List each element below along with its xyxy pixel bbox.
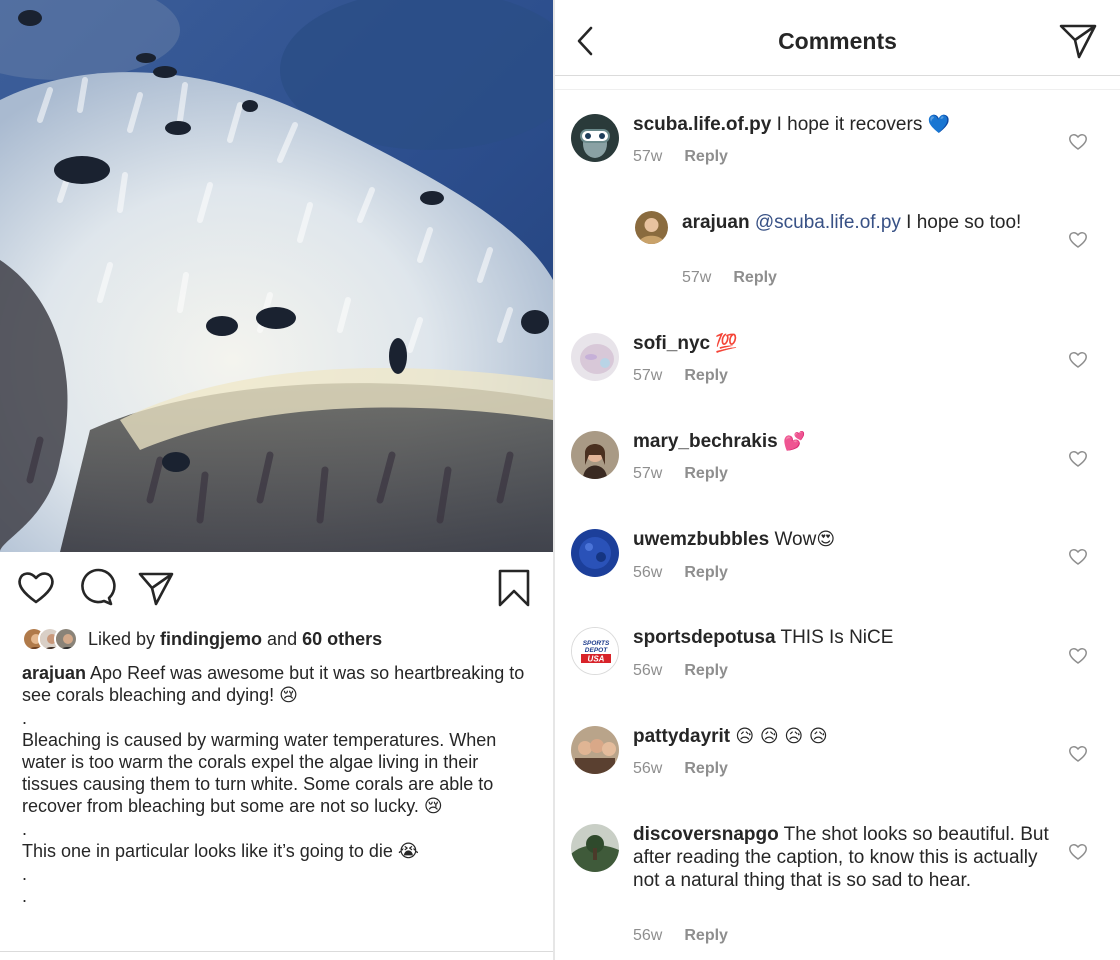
- comment-timestamp: 56w: [633, 760, 663, 777]
- reply-button[interactable]: Reply: [733, 269, 777, 286]
- comment-username[interactable]: pattydayrit: [633, 726, 730, 747]
- avatar[interactable]: [571, 114, 619, 162]
- avatar[interactable]: [571, 333, 619, 381]
- blue-heart-emoji: 💙: [927, 114, 951, 135]
- heart-icon[interactable]: [16, 568, 56, 608]
- sobbing-face-emoji: 😭: [397, 841, 419, 862]
- comment-username[interactable]: sportsdepotusa: [633, 627, 776, 648]
- direct-icon[interactable]: [1058, 20, 1098, 60]
- avatar[interactable]: SPORTS DEPOT USA: [571, 627, 619, 675]
- heart-icon[interactable]: [1068, 350, 1088, 370]
- likes-others-link[interactable]: 60 others: [302, 629, 382, 649]
- comment-timestamp: 57w: [633, 148, 663, 165]
- comment-timestamp: 57w: [633, 367, 663, 384]
- page-title: Comments: [778, 28, 897, 54]
- comment-timestamp: 56w: [633, 927, 663, 944]
- reply-button[interactable]: Reply: [684, 662, 728, 679]
- comment-username[interactable]: uwemzbubbles: [633, 529, 769, 550]
- avatar[interactable]: [635, 211, 668, 244]
- comment-username[interactable]: scuba.life.of.py: [633, 114, 771, 135]
- reply-button[interactable]: Reply: [684, 367, 728, 384]
- divider: [0, 951, 553, 952]
- logo-text-usa: USA: [588, 655, 605, 664]
- reply-button[interactable]: Reply: [684, 465, 728, 482]
- logo-text-depot: DEPOT: [585, 647, 608, 654]
- avatar[interactable]: [571, 431, 619, 479]
- liker-avatar: [54, 627, 78, 651]
- sad-face-emoji: 😥 😥 😥 😥: [735, 726, 828, 747]
- reply-button[interactable]: Reply: [684, 564, 728, 581]
- heart-icon[interactable]: [1068, 449, 1088, 469]
- comments-panel: Comments scuba.life.of.py I hope it reco…: [555, 0, 1120, 960]
- reply-button[interactable]: Reply: [684, 148, 728, 165]
- heart-icon[interactable]: [1068, 547, 1088, 567]
- heart-icon[interactable]: [1068, 646, 1088, 666]
- comment-timestamp: 57w: [682, 269, 712, 286]
- crying-face-emoji: 😢: [423, 796, 443, 817]
- reply-button[interactable]: Reply: [684, 927, 728, 944]
- hundred-points-emoji: 💯: [715, 333, 738, 354]
- heart-icon[interactable]: [1068, 132, 1088, 152]
- comment-timestamp: 56w: [633, 564, 663, 581]
- comments-header: Comments: [555, 0, 1120, 76]
- comment-username[interactable]: sofi_nyc: [633, 333, 710, 354]
- post-action-bar: [0, 560, 553, 616]
- post-photo[interactable]: [0, 0, 553, 552]
- post-caption: arajuan Apo Reef was awesome but it was …: [22, 663, 525, 906]
- comment-icon[interactable]: [76, 568, 116, 608]
- liker-username[interactable]: findingjemo: [160, 629, 262, 649]
- comment-username[interactable]: arajuan: [682, 212, 750, 233]
- avatar[interactable]: [571, 726, 619, 774]
- heart-eyes-emoji: 😍: [816, 529, 836, 550]
- comment-username[interactable]: mary_bechrakis: [633, 431, 778, 452]
- post-panel: Liked by findingjemo and 60 others araju…: [0, 0, 553, 960]
- mention-link[interactable]: @scuba.life.of.py: [755, 212, 901, 233]
- heart-icon[interactable]: [1068, 842, 1088, 862]
- likes-summary[interactable]: Liked by findingjemo and 60 others: [22, 625, 382, 653]
- divider: [555, 89, 1120, 90]
- crying-face-emoji: 😢: [279, 685, 298, 706]
- caption-username[interactable]: arajuan: [22, 663, 86, 683]
- logo-text-sports: SPORTS: [583, 640, 610, 647]
- comment-timestamp: 56w: [633, 662, 663, 679]
- heart-icon[interactable]: [1068, 744, 1088, 764]
- send-icon[interactable]: [136, 568, 176, 608]
- heart-icon[interactable]: [1068, 230, 1088, 250]
- bookmark-icon[interactable]: [494, 568, 534, 608]
- comment-timestamp: 57w: [633, 465, 663, 482]
- comment-username[interactable]: discoversnapgo: [633, 824, 779, 845]
- avatar[interactable]: [571, 824, 619, 872]
- two-hearts-emoji: 💕: [783, 431, 806, 452]
- avatar[interactable]: [571, 529, 619, 577]
- likes-text: Liked by findingjemo and 60 others: [88, 628, 383, 649]
- reply-button[interactable]: Reply: [684, 760, 728, 777]
